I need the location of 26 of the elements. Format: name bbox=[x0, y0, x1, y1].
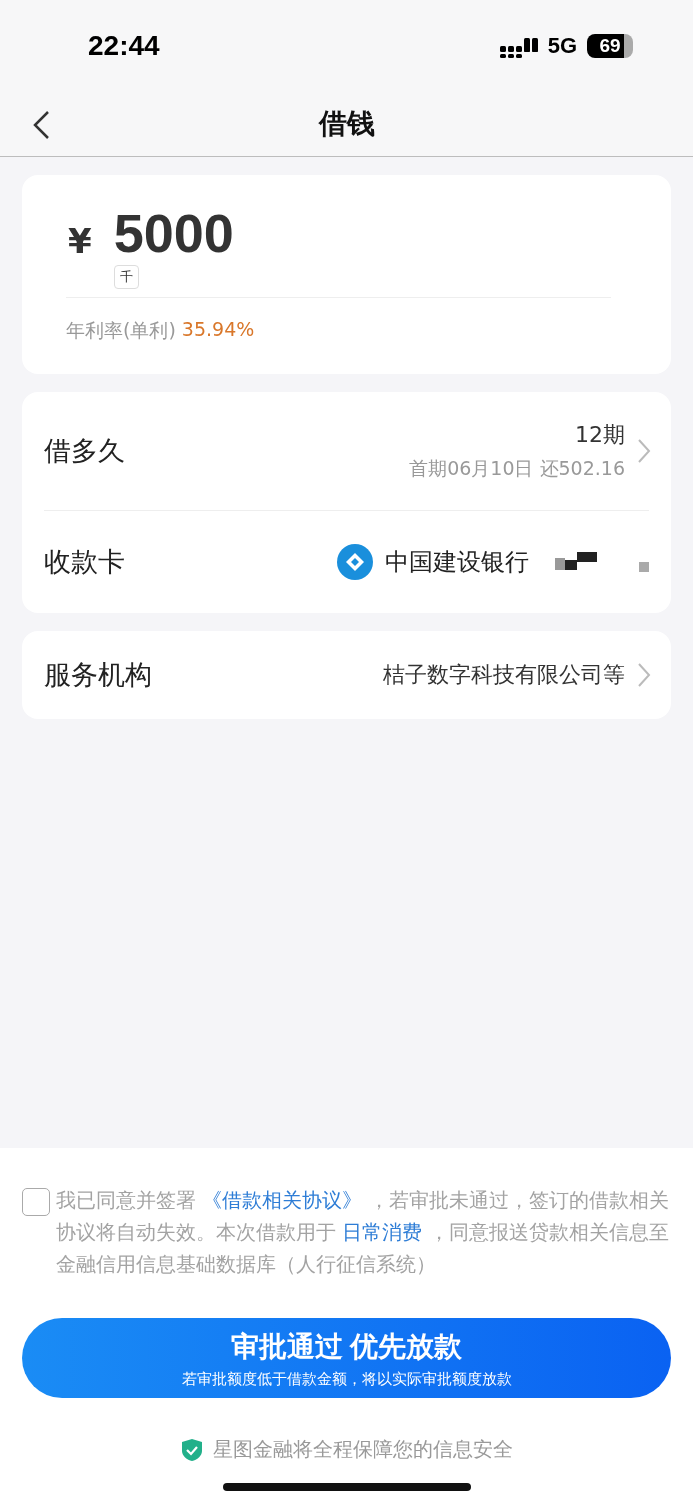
term-label: 借多久 bbox=[44, 434, 125, 468]
network-label: 5G bbox=[547, 33, 577, 59]
rate-value: 35.94% bbox=[181, 318, 255, 342]
term-value[interactable]: 12期 bbox=[575, 420, 625, 450]
chevron-right-icon bbox=[637, 662, 651, 688]
amount-value[interactable]: 5000 bbox=[113, 203, 234, 263]
chevron-right-icon bbox=[637, 438, 651, 464]
submit-button[interactable]: 审批通过 优先放款 若审批额度低于借款金额，将以实际审批额度放款 bbox=[22, 1318, 671, 1398]
status-time: 22:44 bbox=[88, 30, 160, 62]
card-label: 收款卡 bbox=[44, 545, 125, 579]
institution-label: 服务机构 bbox=[44, 658, 152, 692]
agreement-text: 我已同意并签署 《借款相关协议》 ，若审批未通过，签订的借款相关协议将自动失效。本次借款用于 日常消费 ，同意报送贷款相关信息至金融信用信息基础数据库（人行征信系统） bbox=[56, 1187, 670, 1278]
agreement-link[interactable]: 《借款相关协议》 bbox=[202, 1188, 363, 1212]
rate-label: 年利率(单利) bbox=[66, 318, 176, 343]
page-title: 借钱 bbox=[318, 106, 375, 142]
shield-check-icon bbox=[180, 1437, 203, 1462]
unit-hint: 千 bbox=[113, 265, 139, 289]
agreement-link[interactable]: 日常消费 bbox=[342, 1220, 423, 1244]
battery-indicator: 69 bbox=[587, 34, 633, 58]
agreement-checkbox[interactable] bbox=[22, 1188, 50, 1216]
bank-logo-icon bbox=[337, 544, 373, 580]
security-note: 星图金融将全程保障您的信息安全 bbox=[212, 1436, 513, 1463]
institution-value[interactable]: 桔子数字科技有限公司等 bbox=[383, 660, 625, 690]
repayment-detail: 首期06月10日 还502.16 bbox=[409, 456, 625, 481]
currency-symbol: ¥ bbox=[68, 221, 92, 261]
bank-name[interactable]: 中国建设银行 bbox=[385, 546, 529, 578]
